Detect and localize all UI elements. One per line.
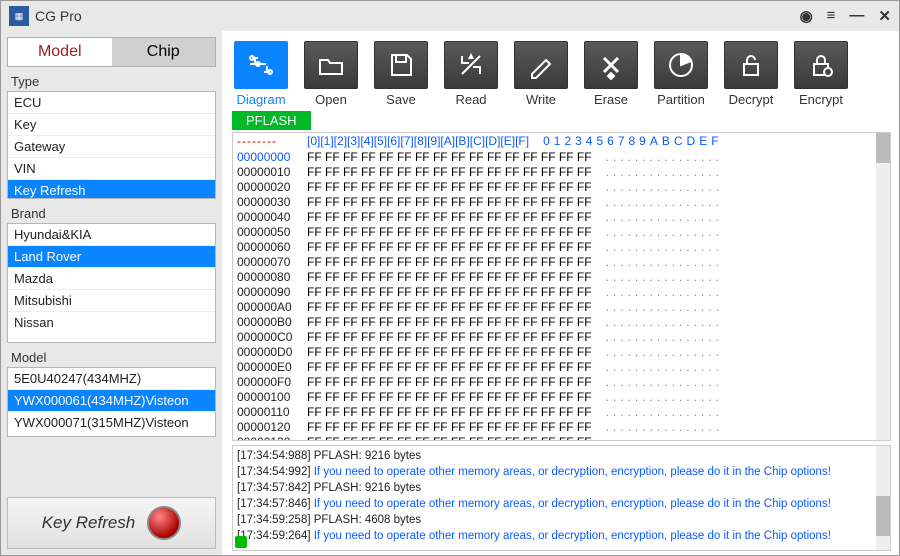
tool-label: Diagram [236, 92, 285, 107]
hex-row[interactable]: 00000120 FF FF FF FF FF FF FF FF FF FF F… [233, 420, 890, 435]
list-item[interactable]: Hyundai&KIA [8, 224, 215, 246]
key-refresh-label: Key Refresh [42, 513, 136, 533]
tool-label: Erase [594, 92, 628, 107]
read-icon [444, 41, 498, 89]
decrypt-icon [724, 41, 778, 89]
hex-scrollbar-thumb[interactable] [876, 133, 890, 163]
menu-icon[interactable]: ≡ [827, 7, 836, 25]
hex-row[interactable]: 000000B0 FF FF FF FF FF FF FF FF FF FF F… [233, 315, 890, 330]
encrypt-button[interactable]: Encrypt [794, 41, 848, 107]
label-brand: Brand [7, 202, 216, 223]
write-button[interactable]: Write [514, 41, 568, 107]
titlebar: ▦ CG Pro ◉ ≡ — ✕ [1, 1, 899, 31]
list-item[interactable]: Key [8, 114, 215, 136]
model-list[interactable]: 5E0U40247(434MHZ)YWX000061(434MHZ)Visteo… [7, 367, 216, 437]
list-item[interactable]: VIN [8, 158, 215, 180]
log-line: [17:34:57:842] PFLASH: 9216 bytes [237, 480, 886, 496]
key-refresh-button[interactable]: Key Refresh [7, 497, 216, 549]
window-controls: ◉ ≡ — ✕ [800, 7, 891, 25]
hex-row[interactable]: 00000040 FF FF FF FF FF FF FF FF FF FF F… [233, 210, 890, 225]
toolbar: Diagram Open Save Read Write Erase Partition De… [222, 31, 899, 111]
hex-viewer[interactable]: --------[0][1][2][3][4][5][6][7][8][9][A… [232, 132, 891, 441]
close-icon[interactable]: ✕ [878, 7, 891, 25]
sidebar: Model Chip Type ECUKeyGatewayVINKey Refr… [1, 31, 222, 555]
diagram-icon [234, 41, 288, 89]
read-button[interactable]: Read [444, 41, 498, 107]
log-line: [17:34:54:988] PFLASH: 9216 bytes [237, 448, 886, 464]
hex-row[interactable]: 000000E0 FF FF FF FF FF FF FF FF FF FF F… [233, 360, 890, 375]
log-line: [17:34:59:264] If you need to operate ot… [237, 528, 886, 544]
hex-row[interactable]: 00000070 FF FF FF FF FF FF FF FF FF FF F… [233, 255, 890, 270]
label-type: Type [7, 70, 216, 91]
tool-label: Encrypt [799, 92, 843, 107]
hex-row[interactable]: 00000050 FF FF FF FF FF FF FF FF FF FF F… [233, 225, 890, 240]
minimize-icon[interactable]: — [849, 7, 864, 25]
open-button[interactable]: Open [304, 41, 358, 107]
app-logo: ▦ [9, 6, 29, 26]
hex-row[interactable]: 00000110 FF FF FF FF FF FF FF FF FF FF F… [233, 405, 890, 420]
diagram-button[interactable]: Diagram [234, 41, 288, 107]
list-item[interactable]: Land Rover [8, 246, 215, 268]
list-item[interactable]: ECU [8, 92, 215, 114]
list-item[interactable]: YWX000061(434MHZ)Visteon [8, 390, 215, 412]
log-viewer[interactable]: [17:34:54:988] PFLASH: 9216 bytes[17:34:… [232, 445, 891, 551]
write-icon [514, 41, 568, 89]
list-item[interactable]: Key Refresh [8, 180, 215, 199]
hex-row[interactable]: 00000020 FF FF FF FF FF FF FF FF FF FF F… [233, 180, 890, 195]
hex-scrollbar[interactable] [876, 133, 890, 440]
list-item[interactable]: Nissan [8, 312, 215, 333]
memory-tab-pflash[interactable]: PFLASH [232, 111, 311, 130]
list-item[interactable]: 5E0U40247(434MHZ) [8, 368, 215, 390]
list-item[interactable]: Mitsubishi [8, 290, 215, 312]
erase-button[interactable]: Erase [584, 41, 638, 107]
main-layout: Model Chip Type ECUKeyGatewayVINKey Refr… [1, 31, 899, 555]
tab-chip[interactable]: Chip [112, 38, 216, 66]
partition-button[interactable]: Partition [654, 41, 708, 107]
tab-model[interactable]: Model [8, 38, 112, 66]
label-model: Model [7, 346, 216, 367]
brand-list[interactable]: Hyundai&KIALand RoverMazdaMitsubishiNiss… [7, 223, 216, 343]
content-area: Diagram Open Save Read Write Erase Partition De… [222, 31, 899, 555]
tool-label: Save [386, 92, 416, 107]
tool-label: Read [455, 92, 486, 107]
log-line: [17:34:57:846] If you need to operate ot… [237, 496, 886, 512]
list-item[interactable]: Mazda [8, 268, 215, 290]
tool-label: Write [526, 92, 556, 107]
save-icon [374, 41, 428, 89]
decrypt-button[interactable]: Decrypt [724, 41, 778, 107]
open-icon [304, 41, 358, 89]
status-ok-icon [235, 536, 247, 548]
user-icon[interactable]: ◉ [800, 7, 813, 25]
hex-row[interactable]: 000000F0 FF FF FF FF FF FF FF FF FF FF F… [233, 375, 890, 390]
type-list[interactable]: ECUKeyGatewayVINKey Refresh [7, 91, 216, 199]
hex-row[interactable]: 00000060 FF FF FF FF FF FF FF FF FF FF F… [233, 240, 890, 255]
save-button[interactable]: Save [374, 41, 428, 107]
log-scrollbar-thumb[interactable] [876, 496, 890, 536]
hex-row[interactable]: 00000000 FF FF FF FF FF FF FF FF FF FF F… [233, 150, 890, 165]
tool-label: Open [315, 92, 347, 107]
log-line: [17:34:54:992] If you need to operate ot… [237, 464, 886, 480]
hex-row[interactable]: 00000030 FF FF FF FF FF FF FF FF FF FF F… [233, 195, 890, 210]
hex-row[interactable]: 00000100 FF FF FF FF FF FF FF FF FF FF F… [233, 390, 890, 405]
log-scrollbar[interactable] [876, 446, 890, 550]
partition-icon [654, 41, 708, 89]
list-item[interactable]: Gateway [8, 136, 215, 158]
encrypt-icon [794, 41, 848, 89]
log-line: [17:34:59:258] PFLASH: 4608 bytes [237, 512, 886, 528]
hex-row[interactable]: 000000D0 FF FF FF FF FF FF FF FF FF FF F… [233, 345, 890, 360]
window-title: CG Pro [35, 8, 800, 24]
hex-row[interactable]: 00000010 FF FF FF FF FF FF FF FF FF FF F… [233, 165, 890, 180]
list-item[interactable]: YWX000071(315MHZ)Visteon [8, 412, 215, 433]
hex-row[interactable]: 000000A0 FF FF FF FF FF FF FF FF FF FF F… [233, 300, 890, 315]
sidebar-tabs: Model Chip [7, 37, 216, 67]
hex-row[interactable]: 00000080 FF FF FF FF FF FF FF FF FF FF F… [233, 270, 890, 285]
hex-row[interactable]: 00000130 FF FF FF FF FF FF FF FF FF FF F… [233, 435, 890, 441]
hex-row[interactable]: 000000C0 FF FF FF FF FF FF FF FF FF FF F… [233, 330, 890, 345]
hex-row[interactable]: 00000090 FF FF FF FF FF FF FF FF FF FF F… [233, 285, 890, 300]
tool-label: Decrypt [729, 92, 774, 107]
erase-icon [584, 41, 638, 89]
tool-label: Partition [657, 92, 705, 107]
dial-icon [147, 506, 181, 540]
